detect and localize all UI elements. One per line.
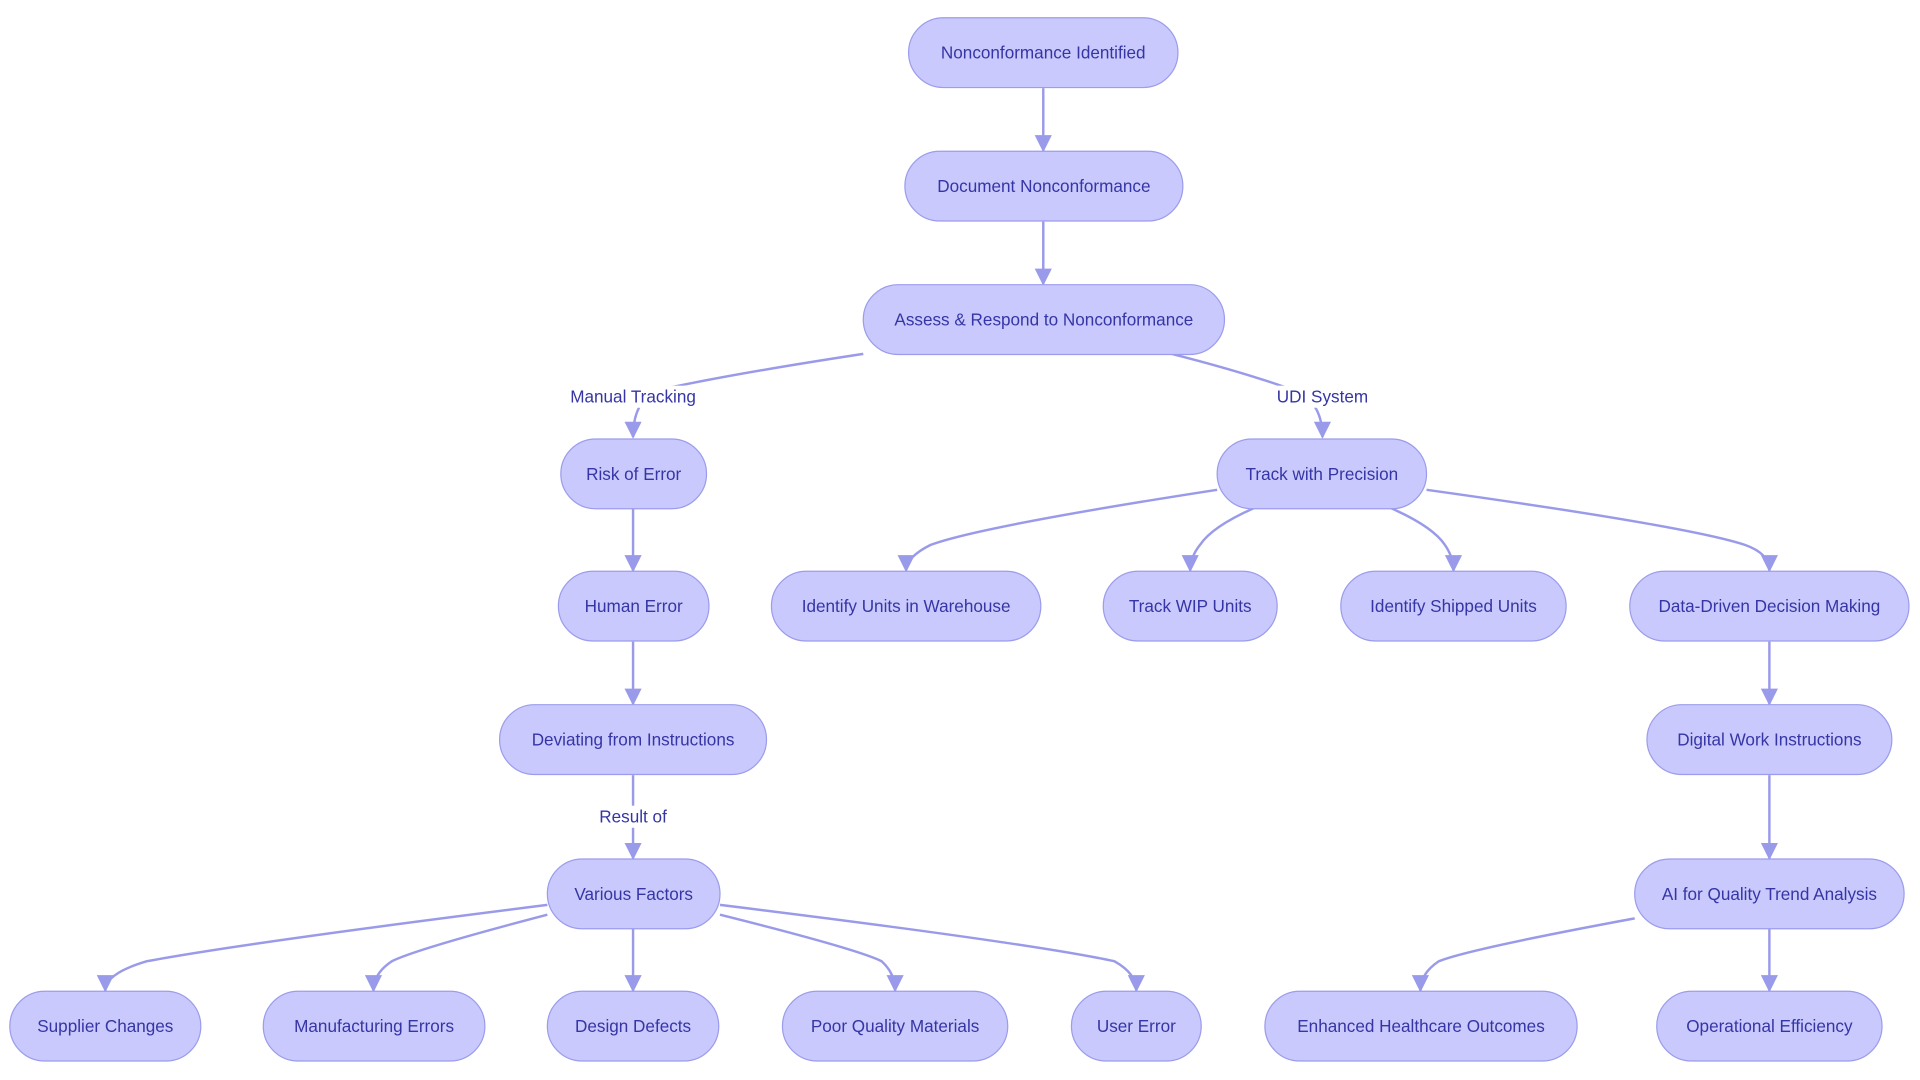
node-label: Digital Work Instructions <box>1677 730 1861 750</box>
edge-arrow <box>897 488 1218 573</box>
node-track-with-precision: Track with Precision <box>1216 438 1428 510</box>
node-label: Design Defects <box>575 1016 691 1036</box>
node-ai-for-quality-trend-analysis: AI for Quality Trend Analysis <box>1634 858 1905 930</box>
edge-arrow <box>719 913 904 993</box>
node-label: Supplier Changes <box>37 1016 173 1036</box>
node-user-error: User Error <box>1070 990 1202 1062</box>
edge-arrow <box>1390 507 1463 573</box>
node-label: Track with Precision <box>1246 464 1399 484</box>
node-label: Enhanced Healthcare Outcomes <box>1297 1016 1545 1036</box>
node-nonconformance-identified: Nonconformance Identified <box>907 17 1179 89</box>
node-assess-respond-to-nonconformance: Assess & Respond to Nonconformance <box>862 284 1226 356</box>
edge-arrow <box>719 903 1145 993</box>
node-various-factors: Various Factors <box>546 858 721 930</box>
node-label: Deviating from Instructions <box>532 730 735 750</box>
edge-arrow <box>96 903 548 993</box>
node-label: User Error <box>1097 1016 1176 1036</box>
node-label: Human Error <box>585 596 683 616</box>
node-enhanced-healthcare-outcomes: Enhanced Healthcare Outcomes <box>1264 990 1578 1062</box>
node-operational-efficiency: Operational Efficiency <box>1656 990 1883 1062</box>
edge-arrow <box>364 913 548 993</box>
edge-arrow <box>1426 488 1778 573</box>
node-label: Document Nonconformance <box>937 176 1150 196</box>
node-data-driven-decision-making: Data-Driven Decision Making <box>1629 570 1910 642</box>
node-label: Various Factors <box>574 884 693 904</box>
node-label: Poor Quality Materials <box>811 1016 979 1036</box>
edge-arrow <box>1181 507 1255 573</box>
edge-arrow <box>1411 917 1635 993</box>
edge-label-manual-tracking: Manual Tracking <box>570 387 696 407</box>
node-label: Operational Efficiency <box>1686 1016 1853 1036</box>
node-label: Track WIP Units <box>1129 596 1252 616</box>
node-label: Identify Shipped Units <box>1370 596 1537 616</box>
node-risk-of-error: Risk of Error <box>560 438 708 510</box>
node-identify-shipped-units: Identify Shipped Units <box>1340 570 1567 642</box>
node-label: Data-Driven Decision Making <box>1659 596 1881 616</box>
node-document-nonconformance: Document Nonconformance <box>904 150 1184 222</box>
node-supplier-changes: Supplier Changes <box>9 990 202 1062</box>
node-label: Assess & Respond to Nonconformance <box>894 310 1193 330</box>
node-track-wip-units: Track WIP Units <box>1102 570 1278 642</box>
node-label: Risk of Error <box>586 464 681 484</box>
node-deviating-from-instructions: Deviating from Instructions <box>498 704 768 776</box>
node-label: Identify Units in Warehouse <box>802 596 1011 616</box>
node-label: Manufacturing Errors <box>294 1016 454 1036</box>
node-label: AI for Quality Trend Analysis <box>1662 884 1877 904</box>
edge-label-result-of: Result of <box>599 807 667 827</box>
node-poor-quality-materials: Poor Quality Materials <box>781 990 1009 1062</box>
node-digital-work-instructions: Digital Work Instructions <box>1646 704 1893 776</box>
node-identify-units-in-warehouse: Identify Units in Warehouse <box>770 570 1042 642</box>
node-design-defects: Design Defects <box>546 990 720 1062</box>
flowchart: Manual Tracking UDI System Result of Non… <box>9 17 1910 1062</box>
edge-label-udi-system: UDI System <box>1277 387 1368 407</box>
node-manufacturing-errors: Manufacturing Errors <box>262 990 486 1062</box>
node-label: Nonconformance Identified <box>941 43 1146 63</box>
node-human-error: Human Error <box>557 570 710 642</box>
